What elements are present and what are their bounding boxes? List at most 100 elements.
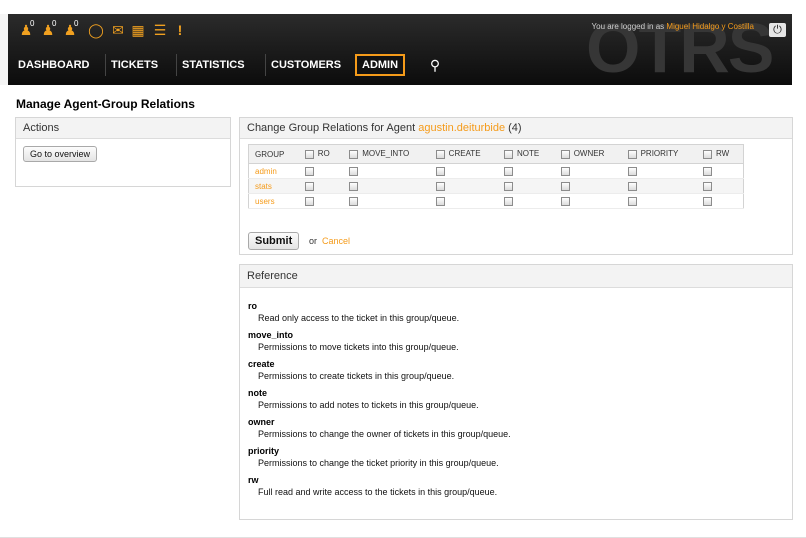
nav-admin[interactable]: ADMIN: [355, 54, 406, 76]
permission-checkbox[interactable]: [304, 166, 314, 176]
or-text: or: [309, 236, 318, 246]
reference-term: move_into: [248, 330, 294, 340]
group-cell: admin: [248, 163, 299, 179]
column-header-create: CREATE: [429, 144, 498, 164]
permission-checkbox[interactable]: [435, 181, 445, 191]
go-to-overview-button[interactable]: Go to overview: [23, 146, 98, 162]
page-title: Manage Agent-Group Relations: [16, 97, 195, 111]
user-link[interactable]: Miguel Hidalgo y Costilla: [666, 22, 754, 31]
permission-cell: [343, 178, 430, 194]
search-icon[interactable]: ⚲: [421, 54, 449, 76]
agent-link[interactable]: agustin.deiturbide: [418, 122, 505, 134]
locked-tickets-reminder-icon[interactable]: ♟ 0: [38, 19, 58, 40]
toolbar-count: 0: [74, 19, 79, 28]
group-cell: users: [248, 193, 299, 209]
reference-term: ro: [248, 301, 257, 311]
nav-tickets[interactable]: TICKETS: [105, 54, 163, 76]
permission-checkbox[interactable]: [702, 181, 712, 191]
email-ticket-icon[interactable]: ✉: [108, 20, 128, 40]
reference-heading: Reference: [240, 265, 792, 288]
select-all-checkbox[interactable]: [435, 149, 445, 159]
permission-checkbox[interactable]: [304, 181, 314, 191]
column-label: PRIORITY: [640, 149, 679, 159]
permission-checkbox[interactable]: [503, 181, 513, 191]
permission-cell: [696, 193, 744, 209]
permission-checkbox[interactable]: [349, 181, 359, 191]
permission-cell: [696, 163, 744, 179]
permission-checkbox[interactable]: [503, 166, 513, 176]
header-bar: OTRS ♟ 0 ♟ 0 ♟ 0 ◯ ✉ ▦ ☰ ! You are logged i…: [8, 9, 792, 87]
group-link[interactable]: stats: [255, 182, 272, 191]
column-header-rw: RW: [696, 144, 744, 164]
permission-cell: [621, 178, 697, 194]
permission-cell: [298, 163, 344, 179]
permission-checkbox[interactable]: [702, 166, 712, 176]
relations-box: Change Group Relations for Agent agustin…: [239, 117, 793, 255]
permission-checkbox[interactable]: [349, 196, 359, 206]
escalation-view-icon[interactable]: !: [170, 20, 190, 40]
permission-checkbox[interactable]: [560, 181, 570, 191]
permission-checkbox[interactable]: [435, 166, 445, 176]
watched-tickets-icon[interactable]: ◯: [86, 20, 106, 40]
permission-checkbox[interactable]: [627, 181, 637, 191]
relations-heading: Change Group Relations for Agent agustin…: [240, 118, 792, 139]
actions-box: Actions Go to overview: [15, 117, 231, 187]
page-edge: [0, 14, 8, 85]
otrs-logo-watermark: OTRS: [586, 9, 774, 87]
column-label: RW: [715, 149, 730, 159]
reference-term: note: [248, 388, 267, 398]
column-label: RO: [317, 149, 330, 159]
permission-cell: [343, 163, 430, 179]
submit-button[interactable]: Submit: [248, 232, 300, 250]
table-row: admin: [248, 163, 744, 179]
select-all-checkbox[interactable]: [349, 149, 359, 159]
select-all-checkbox[interactable]: [503, 149, 513, 159]
queue-view-icon[interactable]: ☰: [150, 20, 170, 40]
reference-description: Permissions to add notes to tickets in t…: [258, 400, 479, 410]
group-link[interactable]: users: [255, 197, 275, 206]
permission-checkbox[interactable]: [304, 196, 314, 206]
column-header-ro: RO: [298, 144, 344, 164]
locked-tickets-total-icon[interactable]: ♟ 0: [60, 19, 80, 40]
permission-cell: [554, 178, 622, 194]
table-row: stats: [248, 178, 744, 194]
permission-checkbox[interactable]: [627, 196, 637, 206]
select-all-checkbox[interactable]: [627, 149, 637, 159]
permission-cell: [429, 193, 498, 209]
select-all-checkbox[interactable]: [702, 149, 712, 159]
permission-cell: [298, 178, 344, 194]
column-header-priority: PRIORITY: [621, 144, 697, 164]
reference-term: priority: [248, 446, 280, 456]
permission-checkbox[interactable]: [503, 196, 513, 206]
select-all-checkbox[interactable]: [560, 149, 570, 159]
permission-checkbox[interactable]: [627, 166, 637, 176]
group-cell: stats: [248, 178, 299, 194]
column-header-note: NOTE: [497, 144, 555, 164]
nav-dashboard[interactable]: DASHBOARD: [13, 54, 95, 76]
select-all-checkbox[interactable]: [304, 149, 314, 159]
permission-cell: [621, 193, 697, 209]
toolbar-count: 0: [52, 19, 57, 28]
logout-icon[interactable]: ⏻: [769, 23, 786, 37]
permission-checkbox[interactable]: [435, 196, 445, 206]
reference-description: Permissions to move tickets into this gr…: [258, 342, 459, 352]
column-label: CREATE: [448, 149, 481, 159]
permission-cell: [554, 163, 622, 179]
permission-checkbox[interactable]: [349, 166, 359, 176]
permission-checkbox[interactable]: [702, 196, 712, 206]
table-row: users: [248, 193, 744, 209]
nav-customers[interactable]: CUSTOMERS: [265, 54, 346, 76]
reference-description: Permissions to create tickets in this gr…: [258, 371, 455, 381]
nav-statistics[interactable]: STATISTICS: [176, 54, 250, 76]
logged-in-info: You are logged in as Miguel Hidalgo y Co…: [592, 22, 754, 31]
group-link[interactable]: admin: [255, 167, 277, 176]
column-label: MOVE_INTO: [362, 149, 410, 159]
permission-cell: [696, 178, 744, 194]
phone-ticket-icon[interactable]: ▦: [128, 20, 148, 40]
cancel-link[interactable]: Cancel: [322, 236, 350, 246]
toolbar-count: 0: [30, 19, 35, 28]
permission-checkbox[interactable]: [560, 196, 570, 206]
actions-heading: Actions: [16, 118, 230, 139]
permission-checkbox[interactable]: [560, 166, 570, 176]
locked-tickets-new-icon[interactable]: ♟ 0: [16, 19, 36, 40]
